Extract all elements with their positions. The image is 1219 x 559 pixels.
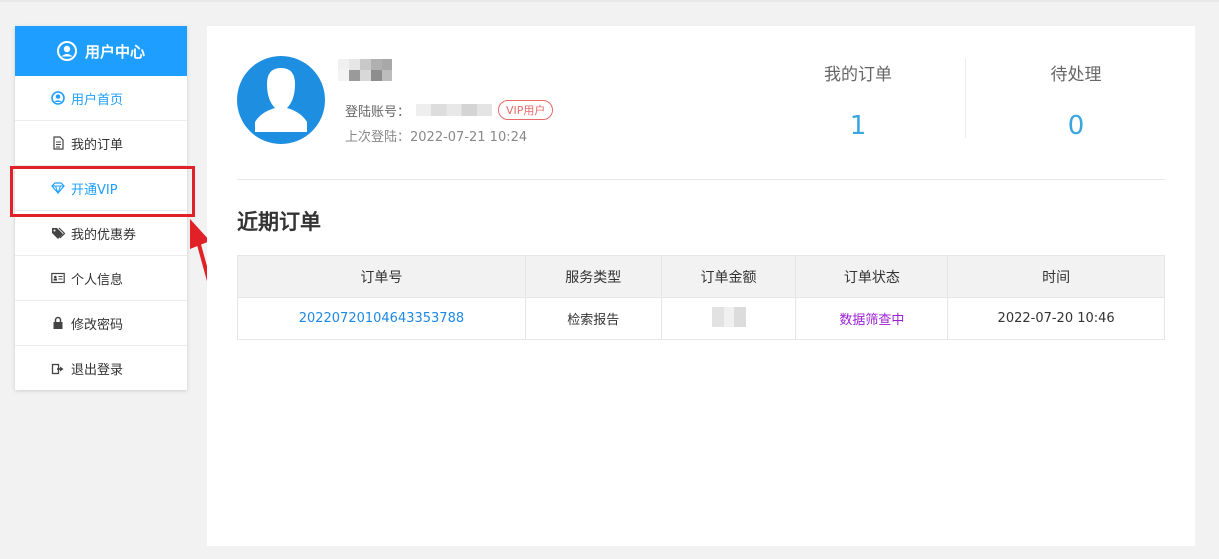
top-border [0, 0, 1219, 2]
vip-badge: VIP用户 [498, 100, 554, 120]
login-account-label: 登陆账号： [345, 104, 411, 120]
col-order-no: 订单号 [237, 255, 526, 298]
col-status: 订单状态 [795, 255, 949, 298]
sidebar-item-label: 用户首页 [71, 92, 124, 108]
stat-label: 我的订单 [824, 65, 892, 85]
recent-orders-table: 订单号 服务类型 订单金额 订单状态 时间 202207201046433537… [237, 255, 1165, 340]
recent-orders-title: 近期订单 [237, 210, 321, 234]
sidebar-item-coupons[interactable]: 我的优惠券 [15, 211, 187, 256]
table-header-row: 订单号 服务类型 订单金额 订单状态 时间 [237, 255, 1165, 298]
highlight-box [10, 166, 195, 217]
lock-icon [51, 316, 65, 330]
status-text: 数据筛查中 [839, 313, 905, 328]
user-circle-icon [56, 41, 77, 61]
sidebar-header: 用户中心 [15, 26, 187, 76]
stat-divider [965, 58, 966, 138]
sidebar-item-label: 我的订单 [71, 137, 124, 153]
time-cell: 2022-07-20 10:46 [947, 297, 1165, 340]
stat-label: 待处理 [1050, 65, 1102, 85]
last-login: 上次登陆：2022-07-21 10:24 [345, 130, 528, 145]
stat-value: 1 [849, 111, 867, 141]
stat-my-orders[interactable]: 我的订单 1 [773, 60, 943, 141]
tags-icon [51, 226, 65, 240]
sidebar-item-profile[interactable]: 个人信息 [15, 256, 187, 301]
sidebar-item-label: 我的优惠券 [71, 227, 137, 243]
table-row: 20220720104643353788 检索报告 数据筛查中 2022-07-… [237, 297, 1165, 340]
section-divider [237, 179, 1165, 180]
sidebar-item-label: 修改密码 [71, 317, 124, 333]
col-time: 时间 [947, 255, 1165, 298]
id-card-icon [51, 271, 65, 285]
document-icon [51, 136, 65, 150]
stat-pending[interactable]: 待处理 0 [991, 60, 1161, 141]
account-blurred [416, 104, 493, 116]
sidebar-item-password[interactable]: 修改密码 [15, 301, 187, 346]
sidebar-item-label: 个人信息 [71, 272, 124, 288]
order-link[interactable]: 20220720104643353788 [299, 311, 464, 326]
login-account-row: 登陆账号： VIP用户 [345, 100, 554, 120]
user-circle-icon [51, 91, 65, 105]
service-cell: 检索报告 [524, 297, 662, 340]
sidebar-item-label: 退出登录 [71, 363, 124, 378]
sign-out-icon [51, 362, 65, 376]
status-cell: 数据筛查中 [795, 297, 949, 340]
sidebar-title: 用户中心 [84, 42, 145, 61]
col-service-type: 服务类型 [524, 255, 662, 298]
stat-value: 0 [1067, 111, 1085, 141]
sidebar-item-orders[interactable]: 我的订单 [15, 121, 187, 166]
avatar [237, 56, 325, 144]
amount-cell [660, 297, 797, 340]
sidebar-item-home[interactable]: 用户首页 [15, 76, 187, 121]
col-amount: 订单金额 [660, 255, 797, 298]
main-panel: 登陆账号： VIP用户 上次登陆：2022-07-21 10:24 我的订单 1… [207, 26, 1195, 546]
order-no-cell: 20220720104643353788 [237, 297, 526, 340]
username-blurred [338, 59, 392, 81]
sidebar-item-logout[interactable]: 退出登录 [15, 346, 187, 391]
amount-blurred [711, 306, 746, 327]
